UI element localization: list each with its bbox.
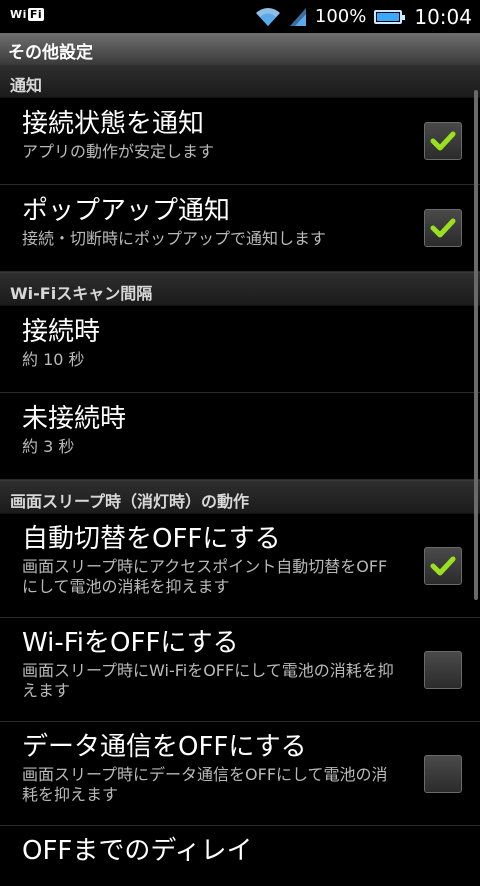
status-bar: Wi Fi 100% 10:04 [0,0,480,33]
checkbox-popup-notify[interactable] [424,209,462,247]
pref-data-off[interactable]: データ通信をOFFにする 画面スリープ時にデータ通信をOFFにして電池の消耗を抑… [0,722,480,826]
wifi-signal-icon [255,7,280,26]
pref-wifi-off[interactable]: Wi-FiをOFFにする 画面スリープ時にWi-FiをOFFにして電池の消耗を抑… [0,618,480,722]
title-bar: その他設定 [0,33,480,65]
battery-percent: 100% [314,6,367,27]
section-header-screen-sleep: 画面スリープ時（消灯時）の動作 [0,480,480,514]
pref-scan-interval-connected[interactable]: 接続時 約 10 秒 [0,306,480,393]
wifi-app-icon: Wi Fi [10,8,45,21]
pref-scan-interval-disconnected[interactable]: 未接続時 約 3 秒 [0,393,480,480]
status-right: 100% 10:04 [255,0,472,33]
check-icon [430,131,456,151]
pref-auto-switch-off[interactable]: 自動切替をOFFにする 画面スリープ時にアクセスポイント自動切替をOFFにして電… [0,514,480,618]
preference-list[interactable]: 通知 接続状態を通知 アプリの動作が安定します ポップアップ通知 接続・切断時に… [0,64,480,886]
check-icon [430,218,456,238]
page-title: その他設定 [8,43,93,63]
pref-off-delay[interactable]: OFFまでのディレイ [0,826,480,886]
clock: 10:04 [414,4,472,29]
section-header-notification: 通知 [0,64,480,98]
section-header-wifi-scan-interval: Wi-Fiスキャン間隔 [0,272,480,306]
scrollbar[interactable] [474,90,478,600]
checkbox-connection-status-notify[interactable] [424,122,462,160]
status-left: Wi Fi [10,8,45,21]
checkbox-data-off[interactable] [424,754,462,793]
checkbox-auto-switch-off[interactable] [424,546,462,585]
battery-icon [374,9,406,24]
check-icon [430,556,456,575]
pref-connection-status-notify[interactable]: 接続状態を通知 アプリの動作が安定します [0,98,480,185]
checkbox-wifi-off[interactable] [424,650,462,689]
pref-popup-notify[interactable]: ポップアップ通知 接続・切断時にポップアップで通知します [0,185,480,272]
cell-signal-icon [289,7,306,26]
